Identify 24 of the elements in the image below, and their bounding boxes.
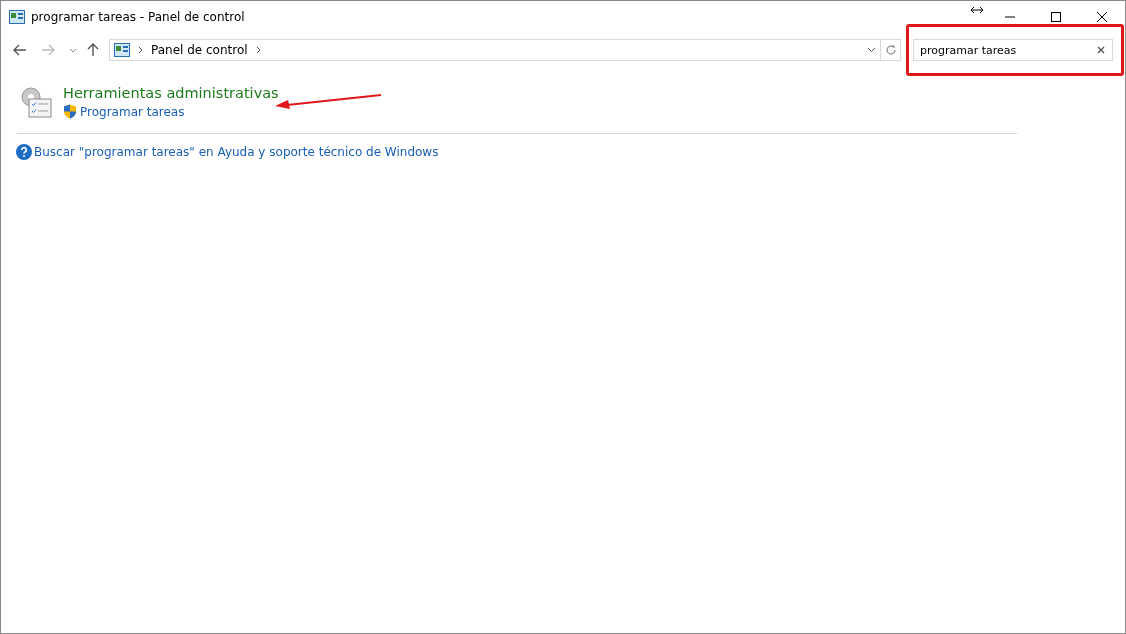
refresh-icon[interactable] bbox=[884, 44, 897, 56]
resize-icon bbox=[971, 6, 983, 14]
gear-checklist-icon bbox=[19, 85, 53, 119]
refresh-button[interactable] bbox=[881, 39, 901, 61]
help-icon bbox=[16, 144, 32, 160]
up-arrow-icon[interactable] bbox=[87, 43, 99, 57]
breadcrumb-item[interactable]: Panel de control bbox=[151, 43, 248, 57]
back-arrow-icon[interactable] bbox=[13, 44, 27, 56]
search-field[interactable]: programar tareas bbox=[913, 39, 1113, 61]
close-icon[interactable] bbox=[1096, 11, 1108, 23]
maximize-icon[interactable] bbox=[1050, 11, 1062, 23]
task-link[interactable]: Programar tareas bbox=[80, 104, 185, 119]
control-panel-icon bbox=[114, 43, 130, 57]
window-title: programar tareas - Panel de control bbox=[31, 10, 245, 24]
chevron-down-icon[interactable] bbox=[867, 47, 876, 53]
address-bar[interactable]: Panel de control bbox=[109, 39, 881, 61]
chevron-right-icon[interactable] bbox=[138, 46, 143, 54]
clear-icon[interactable] bbox=[1097, 46, 1105, 54]
shield-icon bbox=[63, 104, 77, 119]
chevron-right-icon[interactable] bbox=[255, 46, 261, 54]
category-link[interactable]: Herramientas administrativas bbox=[63, 85, 279, 101]
chevron-down-icon[interactable] bbox=[69, 47, 77, 53]
control-panel-icon bbox=[9, 10, 25, 24]
help-link[interactable]: Buscar "programar tareas" en Ayuda y soporte técnico de Windows bbox=[34, 145, 439, 159]
